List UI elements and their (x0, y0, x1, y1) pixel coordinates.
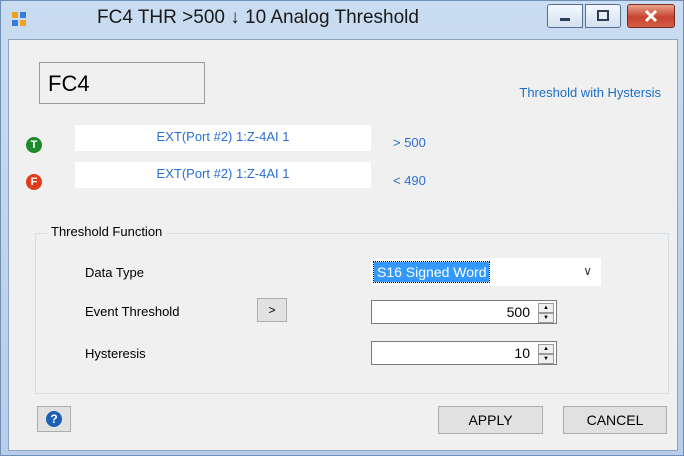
maximize-icon (597, 10, 609, 21)
apply-button[interactable]: APPLY (438, 406, 543, 434)
spin-down-icon[interactable]: ▼ (538, 354, 554, 364)
function-name-field[interactable]: FC4 (39, 62, 205, 104)
spin-down-icon[interactable]: ▼ (538, 313, 554, 323)
event-threshold-value: 500 (506, 304, 530, 320)
true-source-field[interactable]: EXT(Port #2) 1:Z-4AI 1 (75, 125, 371, 151)
maximize-button[interactable] (585, 4, 621, 28)
minimize-icon (560, 18, 570, 21)
dialog-window: FC4 THR >500 ↓ 10 Analog Threshold FC4 T… (0, 0, 684, 456)
false-condition-text: < 490 (393, 173, 426, 188)
event-threshold-label: Event Threshold (85, 304, 180, 319)
true-condition-text: > 500 (393, 135, 426, 150)
chevron-down-icon[interactable]: ∨ (583, 264, 592, 278)
hysteresis-spinner[interactable]: ▲ ▼ (538, 344, 554, 364)
app-icon (12, 12, 26, 26)
dialog-body: FC4 Threshold with Hystersis T EXT(Port … (8, 39, 678, 451)
data-type-label: Data Type (85, 265, 145, 280)
true-status-icon: T (26, 137, 42, 153)
event-threshold-stepper[interactable]: 500 ▲ ▼ (371, 300, 557, 324)
false-source-field[interactable]: EXT(Port #2) 1:Z-4AI 1 (75, 162, 371, 188)
help-button[interactable]: ? (37, 406, 71, 432)
hysteresis-label: Hysteresis (85, 346, 146, 361)
close-button[interactable] (627, 4, 675, 28)
data-type-select[interactable]: S16 Signed Word ∨ (371, 258, 601, 286)
threshold-mode-link[interactable]: Threshold with Hystersis (519, 85, 661, 100)
data-type-value: S16 Signed Word (372, 261, 491, 283)
operator-button[interactable]: > (257, 298, 287, 322)
window-title: FC4 THR >500 ↓ 10 Analog Threshold (97, 7, 419, 28)
spin-up-icon[interactable]: ▲ (538, 344, 554, 354)
question-icon: ? (46, 411, 62, 427)
cancel-button[interactable]: CANCEL (563, 406, 667, 434)
false-status-icon: F (26, 174, 42, 190)
title-bar[interactable]: FC4 THR >500 ↓ 10 Analog Threshold (1, 1, 683, 39)
minimize-button[interactable] (547, 4, 583, 28)
hysteresis-value: 10 (514, 345, 530, 361)
threshold-function-legend: Threshold Function (47, 224, 167, 239)
event-threshold-spinner[interactable]: ▲ ▼ (538, 303, 554, 323)
close-icon (644, 9, 658, 23)
hysteresis-stepper[interactable]: 10 ▲ ▼ (371, 341, 557, 365)
spin-up-icon[interactable]: ▲ (538, 303, 554, 313)
